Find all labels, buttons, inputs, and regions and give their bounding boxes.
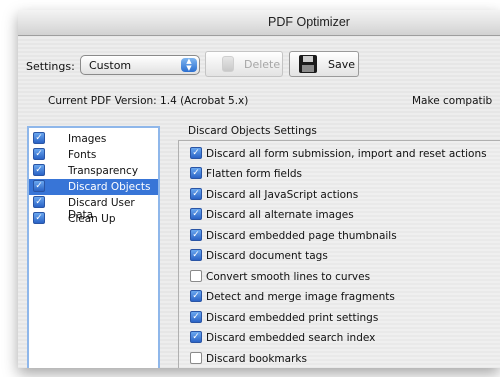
checkbox[interactable]: ✓: [190, 208, 202, 220]
panel-item-label: Discard Objects: [68, 181, 151, 193]
floppy-disk-icon: [299, 55, 317, 73]
option-label: Detect and merge image fragments: [206, 291, 395, 303]
current-pdf-version: Current PDF Version: 1.4 (Acrobat 5.x): [48, 95, 249, 107]
panel-item-label: Fonts: [68, 149, 97, 161]
panel-item-label: Transparency: [68, 165, 139, 177]
option-label: Discard document tags: [206, 250, 328, 262]
option-label: Discard embedded search index: [206, 332, 376, 344]
panel-item-transparency[interactable]: ✓ Transparency: [29, 163, 158, 179]
checkbox[interactable]: ✓: [190, 249, 202, 261]
updown-arrows-icon: ▲ ▼: [181, 58, 197, 72]
checkbox[interactable]: ✓: [33, 132, 45, 144]
checkbox[interactable]: ✓: [190, 270, 202, 282]
checkbox[interactable]: ✓: [33, 164, 45, 176]
panel-item-fonts[interactable]: ✓ Fonts: [29, 147, 158, 163]
checkbox[interactable]: ✓: [190, 167, 202, 179]
delete-button[interactable]: Delete: [205, 51, 283, 77]
save-button[interactable]: Save: [289, 51, 359, 77]
checkbox[interactable]: ✓: [190, 311, 202, 323]
checkbox[interactable]: ✓: [190, 229, 202, 241]
window-title: PDF Optimizer: [268, 15, 350, 29]
option-label: Discard embedded print settings: [206, 312, 379, 324]
option-label: Discard all alternate images: [206, 209, 354, 221]
panel-item-discard-objects[interactable]: ✓ Discard Objects: [29, 179, 158, 195]
checkbox[interactable]: ✓: [190, 331, 202, 343]
checkbox[interactable]: ✓: [33, 180, 45, 192]
panel-item-label: Images: [68, 133, 107, 145]
delete-button-label: Delete: [244, 58, 281, 71]
panel-item-clean-up[interactable]: ✓ Clean Up: [29, 211, 158, 227]
settings-label: Settings:: [26, 60, 75, 73]
panel-item-images[interactable]: ✓ Images: [29, 131, 158, 147]
title-bar: PDF Optimizer: [18, 10, 500, 36]
panel-item-label: Clean Up: [68, 213, 116, 225]
group-title: Discard Objects Settings: [188, 125, 317, 137]
settings-value: Custom: [89, 59, 132, 72]
save-button-label: Save: [328, 58, 356, 71]
trash-icon: [222, 56, 234, 72]
option-label: Discard embedded page thumbnails: [206, 230, 397, 242]
checkbox[interactable]: ✓: [190, 352, 202, 364]
checkbox[interactable]: ✓: [33, 212, 45, 224]
settings-dropdown[interactable]: Custom ▲ ▼: [80, 55, 200, 75]
panel-list: ✓ Images ✓ Fonts ✓ Transparency ✓ Discar…: [27, 126, 160, 368]
checkbox[interactable]: ✓: [190, 147, 202, 159]
make-compatible-label: Make compatib: [412, 95, 493, 107]
option-label: Discard all form submission, import and …: [206, 148, 487, 160]
checkbox[interactable]: ✓: [190, 290, 202, 302]
checkbox[interactable]: ✓: [190, 188, 202, 200]
checkbox[interactable]: ✓: [33, 148, 45, 160]
option-label: Discard bookmarks: [206, 353, 307, 365]
dialog-content: Settings: Custom ▲ ▼ Delete Save Current …: [18, 37, 500, 368]
option-label: Flatten form fields: [206, 168, 303, 180]
pdf-optimizer-window: PDF Optimizer Settings: Custom ▲ ▼ Delete…: [18, 10, 500, 368]
checkbox[interactable]: ✓: [33, 196, 45, 208]
panel-item-discard-user-data[interactable]: ✓ Discard User Data: [29, 195, 158, 221]
option-label: Discard all JavaScript actions: [206, 189, 359, 201]
option-label: Convert smooth lines to curves: [206, 271, 371, 283]
